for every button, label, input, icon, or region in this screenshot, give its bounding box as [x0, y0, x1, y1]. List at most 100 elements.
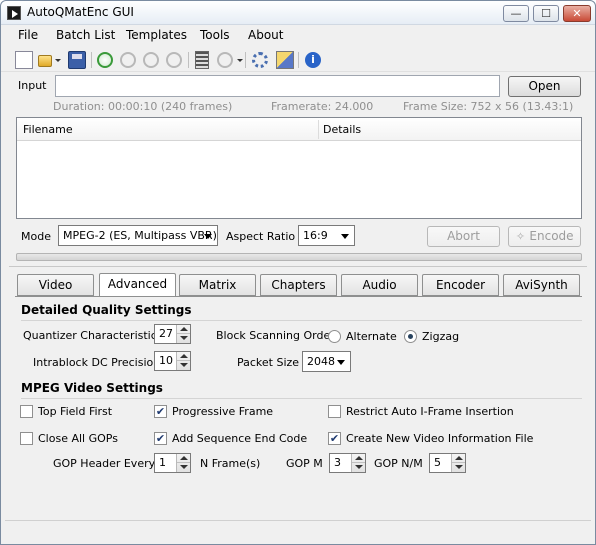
wand-icon: ✧ — [515, 230, 526, 243]
chevron-down-icon — [341, 234, 349, 239]
checkbox-progressive-frame[interactable]: ✔ — [154, 405, 167, 418]
info-icon[interactable]: i — [305, 52, 321, 68]
toolbar-separator — [245, 52, 246, 68]
spin-buttons[interactable] — [176, 325, 190, 343]
status-area — [5, 520, 591, 542]
spin-divider — [352, 462, 365, 463]
radio-zigzag[interactable] — [404, 330, 417, 343]
toolbar: i — [1, 48, 595, 72]
spin-buttons[interactable] — [176, 454, 190, 472]
progressive-frame-label[interactable]: Progressive Frame — [172, 405, 273, 418]
checkbox-restrict-iframe[interactable] — [328, 405, 341, 418]
duration-text: Duration: 00:00:10 (240 frames) — [53, 100, 233, 113]
job-down-icon[interactable] — [166, 52, 182, 68]
aspect-ratio-select[interactable]: 16:9 — [298, 225, 355, 246]
edit-icon[interactable] — [276, 51, 294, 69]
minimize-button[interactable]: — — [503, 5, 529, 22]
block-scanning-label: Block Scanning Order — [216, 329, 335, 342]
preview-icon[interactable] — [195, 51, 209, 69]
settings-icon[interactable] — [252, 52, 268, 68]
intrablock-dc-label: Intrablock DC Precision — [33, 356, 161, 369]
arrow-up-icon[interactable] — [180, 354, 188, 358]
menu-tools[interactable]: Tools — [200, 28, 230, 42]
tab-matrix[interactable]: Matrix — [179, 274, 256, 296]
quantizer-stepper[interactable]: 27 — [154, 324, 191, 344]
chevron-down-icon — [204, 234, 212, 239]
arrow-down-icon[interactable] — [455, 465, 463, 469]
arrow-down-icon[interactable] — [180, 336, 188, 340]
tab-advanced[interactable]: Advanced — [99, 273, 176, 297]
arrow-up-icon[interactable] — [355, 456, 363, 460]
arrow-down-icon[interactable] — [355, 465, 363, 469]
gop-header-stepper[interactable]: 1 — [154, 453, 191, 473]
app-icon — [7, 6, 21, 20]
chevron-down-icon — [337, 360, 345, 365]
quality-settings-heading: Detailed Quality Settings — [21, 303, 192, 317]
menu-about[interactable]: About — [248, 28, 283, 42]
packet-size-select[interactable]: 2048 — [302, 351, 351, 372]
packet-size-label: Packet Size — [237, 356, 300, 369]
analyze-icon[interactable] — [217, 52, 233, 68]
framerate-text: Framerate: 24.000 — [271, 100, 374, 113]
tab-audio[interactable]: Audio — [341, 274, 418, 296]
tab-chapters[interactable]: Chapters — [260, 274, 337, 296]
maximize-button[interactable]: ☐ — [533, 5, 559, 22]
arrow-up-icon[interactable] — [180, 327, 188, 331]
close-all-gops-label[interactable]: Close All GOPs — [38, 432, 118, 445]
radio-alternate-label[interactable]: Alternate — [346, 330, 397, 343]
column-details[interactable]: Details — [323, 123, 361, 136]
create-video-info-label[interactable]: Create New Video Information File — [346, 432, 533, 445]
menu-templates[interactable]: Templates — [126, 28, 187, 42]
new-file-icon[interactable] — [15, 51, 33, 69]
menu-batch-list[interactable]: Batch List — [56, 28, 115, 42]
gop-nm-value: 5 — [434, 456, 441, 469]
gop-nm-stepper[interactable]: 5 — [429, 453, 466, 473]
arrow-up-icon[interactable] — [455, 456, 463, 460]
arrow-up-icon[interactable] — [180, 456, 188, 460]
tab-encoder[interactable]: Encoder — [422, 274, 499, 296]
mpeg-settings-heading: MPEG Video Settings — [21, 381, 163, 395]
aspect-ratio-value: 16:9 — [303, 229, 328, 242]
gop-m-stepper[interactable]: 3 — [329, 453, 366, 473]
spin-buttons[interactable] — [351, 454, 365, 472]
remove-job-icon[interactable] — [120, 52, 136, 68]
add-job-icon[interactable] — [97, 52, 113, 68]
file-list[interactable]: Filename Details — [16, 117, 582, 219]
close-button[interactable]: ✕ — [563, 5, 591, 22]
input-path-field[interactable] — [55, 75, 500, 97]
open-dropdown-arrow-icon[interactable] — [55, 59, 61, 62]
checkbox-close-all-gops[interactable] — [20, 432, 33, 445]
arrow-down-icon[interactable] — [180, 363, 188, 367]
abort-button[interactable]: Abort — [427, 226, 500, 247]
tab-video[interactable]: Video — [17, 274, 94, 296]
top-field-first-label[interactable]: Top Field First — [38, 405, 112, 418]
save-icon[interactable] — [68, 51, 86, 69]
radio-alternate[interactable] — [328, 330, 341, 343]
arrow-down-icon[interactable] — [180, 465, 188, 469]
checkbox-create-video-info[interactable]: ✔ — [328, 432, 341, 445]
job-up-icon[interactable] — [143, 52, 159, 68]
intrablock-dc-stepper[interactable]: 10 — [154, 351, 191, 371]
add-sequence-end-label[interactable]: Add Sequence End Code — [172, 432, 307, 445]
radio-zigzag-label[interactable]: Zigzag — [422, 330, 459, 343]
title-bar[interactable]: AutoQMatEnc GUI — ☐ ✕ — [1, 1, 595, 25]
gop-nm-label: GOP N/M — [374, 457, 423, 470]
analyze-dropdown-arrow-icon[interactable] — [237, 59, 243, 62]
open-folder-icon[interactable] — [38, 55, 52, 67]
checkbox-top-field-first[interactable] — [20, 405, 33, 418]
restrict-iframe-label[interactable]: Restrict Auto I-Frame Insertion — [346, 405, 514, 418]
checkbox-add-sequence-end[interactable]: ✔ — [154, 432, 167, 445]
menu-file[interactable]: File — [18, 28, 38, 42]
encode-button[interactable]: ✧ Encode — [508, 226, 581, 247]
frame-size-text: Frame Size: 752 x 56 (13.43:1) — [403, 100, 574, 113]
column-divider[interactable] — [318, 120, 319, 139]
spin-buttons[interactable] — [176, 352, 190, 370]
toolbar-separator — [298, 52, 299, 68]
section-divider — [21, 398, 582, 399]
mode-select[interactable]: MPEG-2 (ES, Multipass VBR) — [58, 225, 218, 246]
column-filename[interactable]: Filename — [23, 123, 73, 136]
tab-avisynth[interactable]: AviSynth — [503, 274, 580, 296]
open-button[interactable]: Open — [508, 76, 581, 97]
encode-label: Encode — [529, 229, 574, 243]
spin-buttons[interactable] — [451, 454, 465, 472]
